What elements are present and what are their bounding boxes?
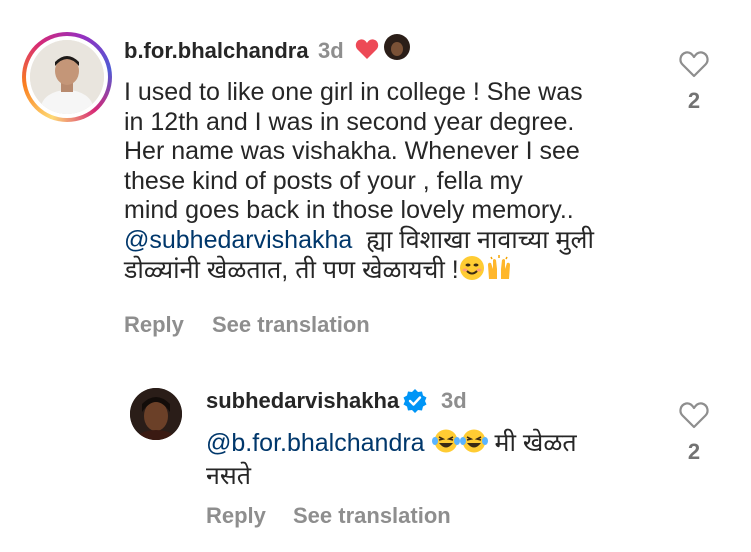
smiling-face-emoji-icon [459,255,485,289]
reply-text: @b.for.bhalchandra मी खेळत नसते [206,428,646,491]
comment-line-marathi: डोळ्यांनी खेळतात, ती पण खेळायची ! [124,256,459,284]
comment-line: mind goes back in those lovely memory.. [124,196,574,224]
reply-username[interactable]: subhedarvishakha [206,388,399,414]
reply-button[interactable]: Reply [124,312,184,338]
comment-line: in 12th and I was in second year degree. [124,107,575,136]
see-translation-button[interactable]: See translation [293,503,451,529]
avatar[interactable] [130,388,182,440]
verified-badge-icon [402,388,428,419]
raising-hands-emoji-icon [485,255,513,289]
tears-of-joy-emoji-icon [431,428,460,462]
like-heart-icon[interactable] [679,50,709,83]
tears-of-joy-emoji-icon [459,428,488,462]
comment-line: these kind of posts of your , fella my [124,166,523,195]
like-count: 2 [687,439,701,464]
mention-link[interactable]: @subhedarvishakha [124,226,352,254]
person-avatar-image [30,40,104,114]
comment-text: I used to like one girl in college ! She… [124,78,644,289]
reply-button[interactable]: Reply [206,503,266,529]
avatar-story-ring[interactable] [22,32,112,122]
comment-line: I used to like one girl in college ! She… [124,78,583,106]
creator-heart-icon [355,38,379,65]
see-translation-button[interactable]: See translation [212,312,370,338]
comment-line: Her name was vishakha. Whenever I see [124,137,580,165]
like-heart-icon[interactable] [679,401,709,434]
comment-line-marathi: ह्या विशाखा नावाच्या मुली [366,225,594,254]
reply-timestamp: 3d [441,388,467,413]
creator-avatar-small [384,34,410,60]
comment-username[interactable]: b.for.bhalchandra [124,38,309,64]
reply-line-marathi: मी खेळत [494,429,577,457]
comment-timestamp: 3d [318,38,344,63]
reply-line-marathi: नसते [206,461,252,490]
mention-link[interactable]: @b.for.bhalchandra [206,429,425,457]
avatar [30,40,104,114]
like-count: 2 [687,88,701,113]
